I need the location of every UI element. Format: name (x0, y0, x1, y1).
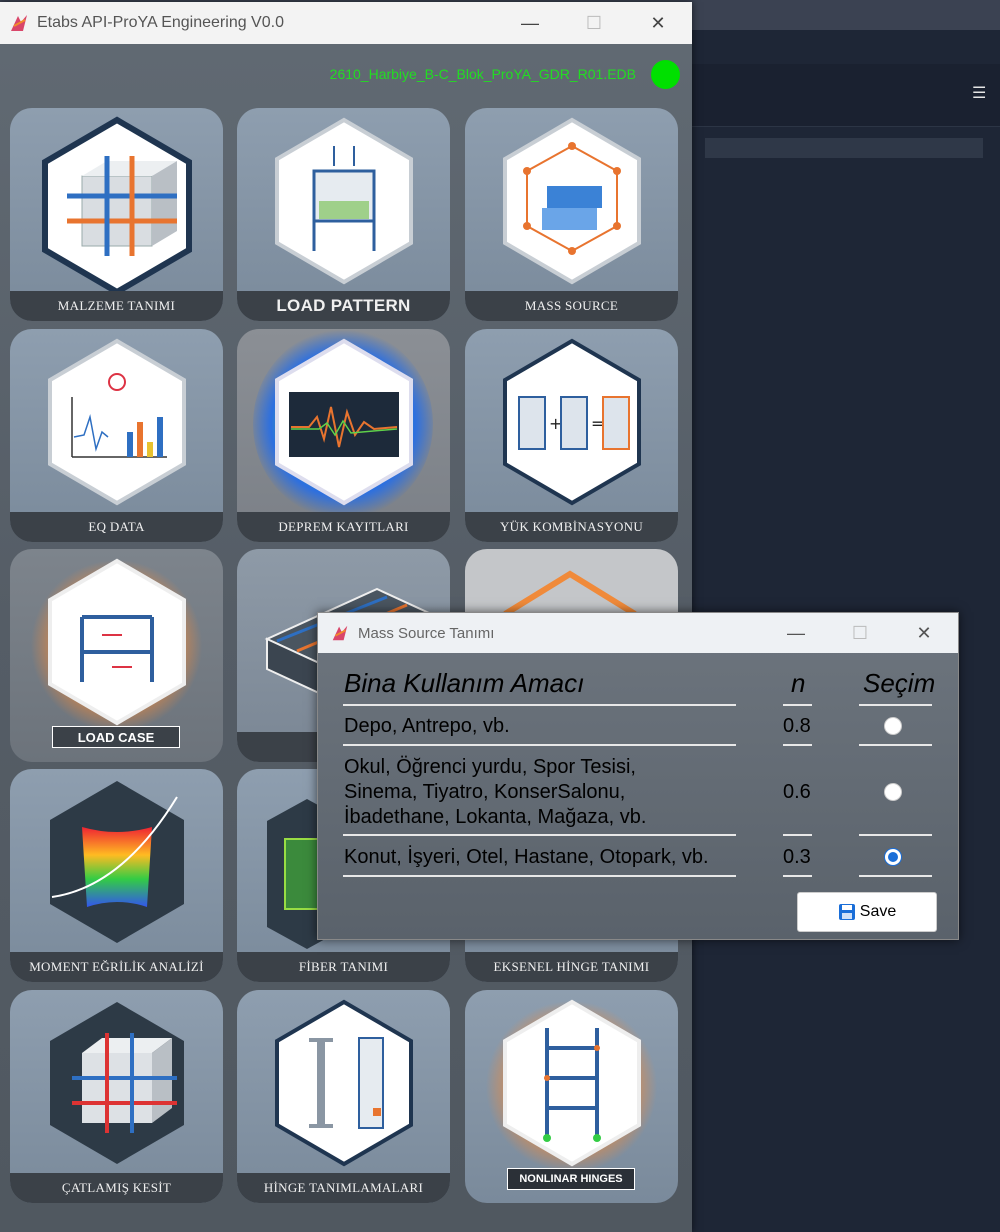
maximize-button[interactable]: ☐ (830, 613, 890, 653)
dialog-title: Mass Source Tanımı (358, 624, 495, 642)
save-button[interactable]: Save (797, 892, 937, 932)
maximize-button[interactable]: ☐ (564, 2, 624, 44)
main-titlebar: Etabs API-ProYA Engineering V0.0 — ☐ ✕ (0, 2, 692, 44)
load-pattern-frame-icon (274, 117, 413, 285)
save-icon (838, 904, 855, 920)
divider (343, 704, 736, 706)
window-title: Etabs API-ProYA Engineering V0.0 (37, 14, 284, 31)
model-file-name: 2610_Harbiye_B-C_Blok_ProYA_GDR_R01.EDB (329, 66, 636, 82)
close-button[interactable]: ✕ (894, 613, 954, 653)
selection-radio[interactable] (884, 783, 902, 801)
divider (783, 744, 812, 746)
selection-radio-selected[interactable] (884, 848, 902, 866)
usage-cell: Depo, Antrepo, vb. (344, 715, 510, 737)
tile-label: MOMENT EĞRİLİK ANALİZİ (10, 952, 223, 982)
minimize-button[interactable]: — (766, 613, 826, 653)
save-label: Save (859, 903, 897, 920)
tile-malzeme-tanimi[interactable]: MALZEME TANIMI (10, 108, 223, 321)
divider (859, 834, 932, 836)
tile-label: LOAD PATTERN (237, 291, 450, 321)
hinge-definition-icon (274, 999, 413, 1167)
tile-label: YÜK KOMBİNASYONU (465, 512, 678, 542)
tile-label: HİNGE TANIMLAMALARI (237, 1173, 450, 1203)
tile-label: EKSENEL HİNGE TANIMI (465, 952, 678, 982)
usage-cell: Okul, Öğrenci yurdu, Spor Tesisi, (344, 756, 636, 778)
background-strip (705, 138, 983, 158)
header-selection: Seçim (863, 668, 936, 698)
cracked-section-icon (49, 1002, 184, 1164)
divider (783, 875, 812, 877)
tile-label: ÇATLAMIŞ KESİT (10, 1173, 223, 1203)
usage-cell: İbadethane, Lokanta, Mağaza, vb. (344, 806, 647, 828)
tile-label: DEPREM KAYITLARI (237, 512, 450, 542)
tile-hinge-tanimlamalari[interactable]: HİNGE TANIMLAMALARI (237, 990, 450, 1203)
tile-moment-egrilik[interactable]: MOMENT EĞRİLİK ANALİZİ (10, 769, 223, 982)
tile-label: FİBER TANIMI (237, 952, 450, 982)
n-value: 0.6 (783, 781, 811, 803)
mass-source-icon (502, 117, 641, 285)
material-cube-icon (41, 116, 192, 296)
tile-nonlinear-hinges[interactable]: NONLINAR HINGES (465, 990, 678, 1203)
header-usage: Bina Kullanım Amacı (344, 668, 585, 698)
load-case-frame-icon (47, 558, 186, 726)
usage-cell: Sinema, Tiyatro, KonserSalonu, (344, 781, 626, 803)
close-button[interactable]: ✕ (628, 2, 688, 44)
divider (343, 744, 736, 746)
tile-load-case[interactable]: LOAD CASE (10, 549, 223, 762)
seismogram-icon (274, 338, 413, 506)
divider (859, 875, 932, 877)
selection-radio[interactable] (884, 717, 902, 735)
tile-mass-source[interactable]: MASS SOURCE (465, 108, 678, 321)
divider (783, 834, 812, 836)
divider (859, 704, 932, 706)
divider (783, 704, 812, 706)
header-n: n (791, 668, 806, 698)
menu-icon[interactable]: ☰ (972, 86, 992, 102)
tile-eq-data[interactable]: EQ DATA (10, 329, 223, 542)
app-logo-icon (11, 15, 27, 31)
tile-deprem-kayitlari[interactable]: DEPREM KAYITLARI (237, 329, 450, 542)
tile-catlamis-kesit[interactable]: ÇATLAMIŞ KESİT (10, 990, 223, 1203)
n-value: 0.3 (783, 846, 811, 868)
tile-yuk-kombinasyonu[interactable]: + = YÜK KOMBİNASYONU (465, 329, 678, 542)
app-logo-icon (332, 625, 348, 641)
eq-data-chart-icon (47, 338, 186, 506)
load-combination-icon: + = (502, 338, 641, 506)
usage-cell: Konut, İşyeri, Otel, Hastane, Otopark, v… (344, 846, 709, 868)
tile-load-pattern[interactable]: LOAD PATTERN (237, 108, 450, 321)
tile-label: LOAD CASE (52, 726, 180, 748)
n-value: 0.8 (783, 715, 811, 737)
moment-curvature-icon (49, 781, 184, 943)
divider (859, 744, 932, 746)
file-status-row: 2610_Harbiye_B-C_Blok_ProYA_GDR_R01.EDB (0, 60, 692, 90)
tile-label: EQ DATA (10, 512, 223, 542)
background-toolbar (692, 64, 1000, 127)
hidden-tile-icon (503, 570, 637, 614)
divider (343, 875, 736, 877)
dialog-titlebar: Mass Source Tanımı — ☐ ✕ (318, 613, 958, 653)
tile-label: MALZEME TANIMI (10, 291, 223, 321)
nonlinear-hinges-icon (502, 999, 641, 1167)
mass-source-dialog: Mass Source Tanımı — ☐ ✕ Bina Kullanım A… (317, 612, 959, 940)
divider (343, 834, 736, 836)
minimize-button[interactable]: — (500, 2, 560, 44)
tile-label: MASS SOURCE (465, 291, 678, 321)
tile-label: NONLINAR HINGES (507, 1168, 635, 1190)
connection-status-indicator (651, 60, 680, 89)
